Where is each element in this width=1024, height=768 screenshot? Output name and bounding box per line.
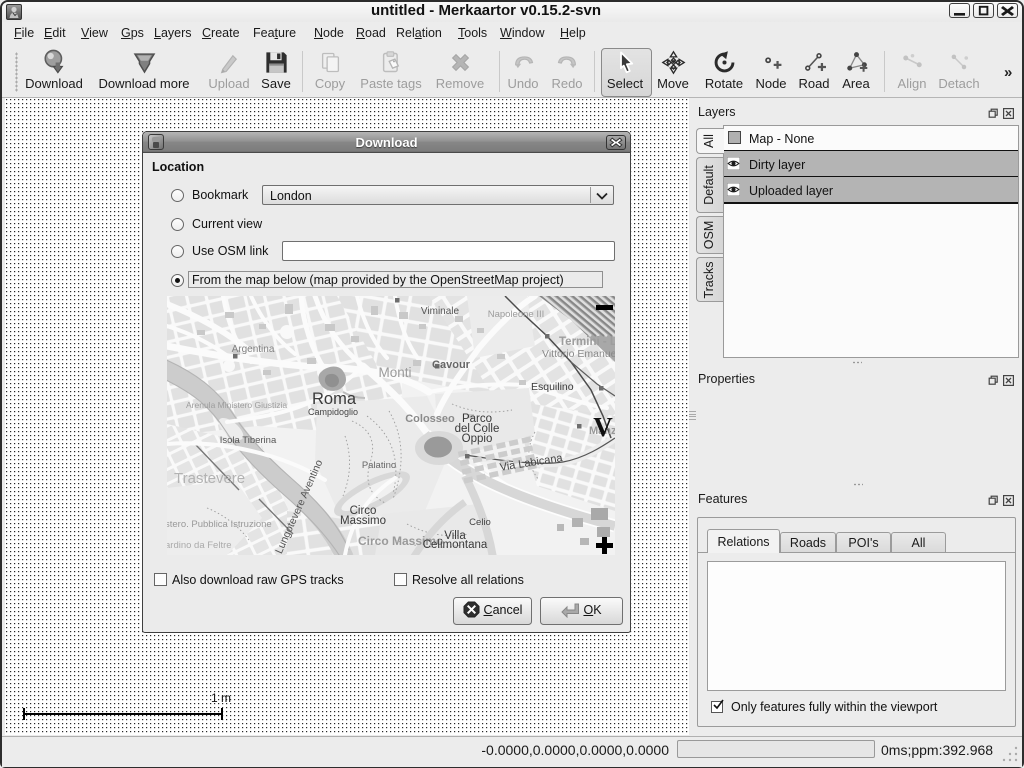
svg-text:Esquilino: Esquilino — [531, 381, 574, 393]
svg-text:Isola Tiberina: Isola Tiberina — [220, 435, 277, 446]
svg-text:Celimontana: Celimontana — [423, 539, 488, 551]
svg-text:Celio: Celio — [469, 517, 491, 528]
svg-text:Campidoglio: Campidoglio — [308, 407, 358, 417]
svg-text:1 m: 1 m — [211, 691, 231, 705]
svg-text:Colosseo: Colosseo — [405, 413, 455, 425]
svg-text:Oppio: Oppio — [462, 433, 493, 445]
svg-text:Roma: Roma — [312, 390, 357, 408]
svg-text:Argentina: Argentina — [232, 344, 275, 355]
svg-text:V: V — [593, 412, 613, 442]
svg-text:stero. Pubblica Istruzione: stero. Pubblica Istruzione — [167, 519, 272, 530]
svg-text:Massimo: Massimo — [340, 515, 386, 527]
svg-text:Trastevere: Trastevere — [174, 470, 245, 487]
svg-text:Viminale: Viminale — [421, 306, 460, 317]
svg-text:Napoleone III: Napoleone III — [488, 309, 545, 320]
svg-text:Vittorio Emanuele: Vittorio Emanuele — [542, 348, 615, 360]
svg-text:Palatino: Palatino — [362, 460, 396, 471]
svg-text:Termini - La: Termini - La — [559, 336, 615, 348]
svg-text:ardino da Feltre: ardino da Feltre — [167, 540, 232, 551]
svg-text:Cavour: Cavour — [432, 359, 471, 371]
svg-text:Monti: Monti — [378, 365, 411, 380]
svg-text:Arenula Ministero Giustizia: Arenula Ministero Giustizia — [186, 400, 287, 410]
